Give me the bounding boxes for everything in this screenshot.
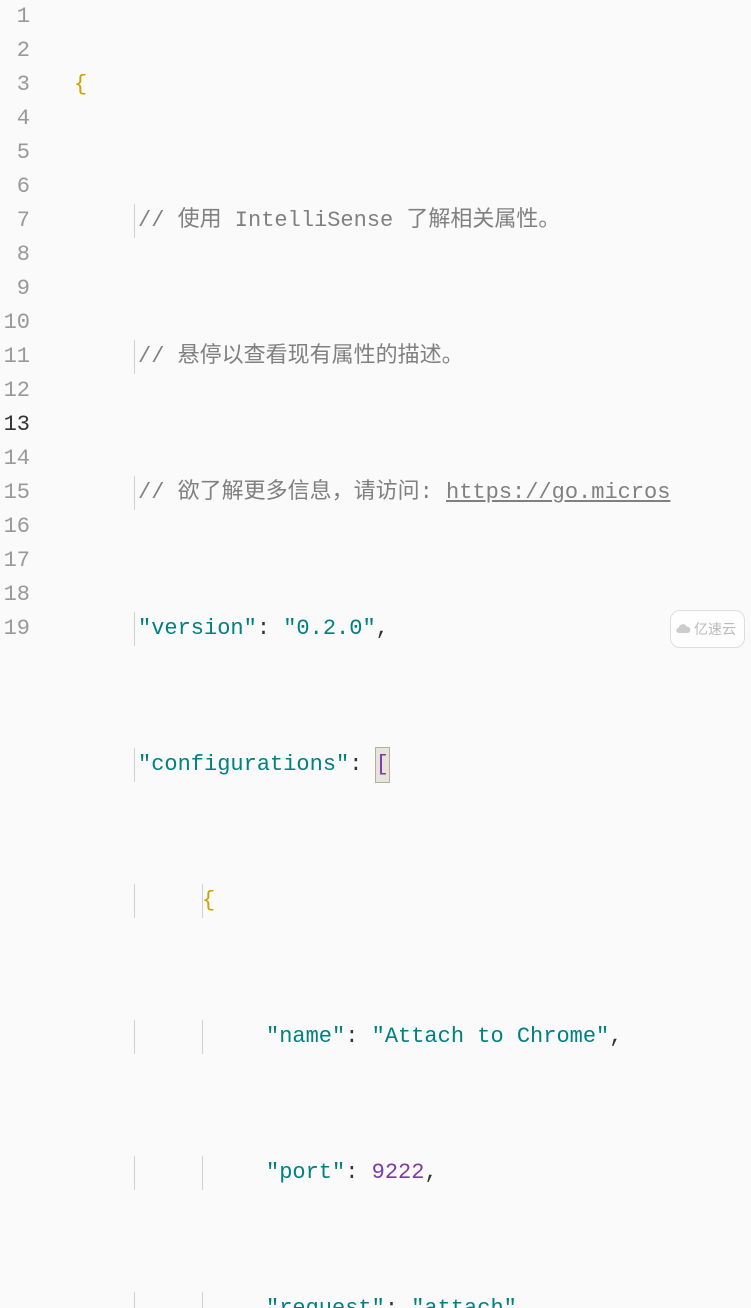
code-line[interactable]: // 使用 IntelliSense 了解相关属性。 xyxy=(42,204,751,238)
json-key: "port" xyxy=(266,1160,345,1185)
comment-token: // 欲了解更多信息，请访问: xyxy=(138,480,446,505)
line-number: 18 xyxy=(0,578,30,612)
code-line[interactable]: "configurations": [ xyxy=(42,748,751,782)
line-number: 16 xyxy=(0,510,30,544)
line-number: 1 xyxy=(0,0,30,34)
line-number: 9 xyxy=(0,272,30,306)
code-editor[interactable]: 1 2 3 4 5 6 7 8 9 10 11 12 13 14 15 16 1… xyxy=(0,0,751,654)
brace-token: { xyxy=(202,888,215,913)
code-line[interactable]: { xyxy=(42,884,751,918)
line-number-gutter: 1 2 3 4 5 6 7 8 9 10 11 12 13 14 15 16 1… xyxy=(0,0,42,654)
code-line[interactable]: "port": 9222, xyxy=(42,1156,751,1190)
watermark-badge: 亿速云 xyxy=(670,610,745,648)
json-key: "request" xyxy=(266,1296,385,1308)
doc-link[interactable]: https://go.micros xyxy=(446,480,670,505)
json-key: "configurations" xyxy=(138,752,349,777)
line-number: 10 xyxy=(0,306,30,340)
line-number: 5 xyxy=(0,136,30,170)
json-string: "attach" xyxy=(411,1296,517,1308)
code-area[interactable]: { // 使用 IntelliSense 了解相关属性。 // 悬停以查看现有属… xyxy=(42,0,751,654)
line-number: 17 xyxy=(0,544,30,578)
json-string: "0.2.0" xyxy=(283,616,375,641)
json-string: "Attach to Chrome" xyxy=(372,1024,610,1049)
line-number-active: 13 xyxy=(0,408,30,442)
line-number: 2 xyxy=(0,34,30,68)
json-key: "name" xyxy=(266,1024,345,1049)
comment-token: // 使用 IntelliSense 了解相关属性。 xyxy=(138,208,560,233)
line-number: 7 xyxy=(0,204,30,238)
comment-token: // 悬停以查看现有属性的描述。 xyxy=(138,344,464,369)
code-line[interactable]: // 悬停以查看现有属性的描述。 xyxy=(42,340,751,374)
watermark-text: 亿速云 xyxy=(694,612,736,646)
code-line[interactable]: "version": "0.2.0", xyxy=(42,612,751,646)
json-key: "version" xyxy=(138,616,257,641)
line-number: 12 xyxy=(0,374,30,408)
cloud-icon xyxy=(675,621,691,637)
line-number: 3 xyxy=(0,68,30,102)
line-number: 19 xyxy=(0,612,30,646)
json-number: 9222 xyxy=(372,1160,425,1185)
code-line[interactable]: "request": "attach", xyxy=(42,1292,751,1308)
bracket-match: [ xyxy=(376,748,389,782)
line-number: 14 xyxy=(0,442,30,476)
code-line[interactable]: { xyxy=(42,68,751,102)
brace-token: { xyxy=(74,72,87,97)
code-line[interactable]: // 欲了解更多信息，请访问: https://go.micros xyxy=(42,476,751,510)
line-number: 4 xyxy=(0,102,30,136)
line-number: 15 xyxy=(0,476,30,510)
line-number: 11 xyxy=(0,340,30,374)
code-line[interactable]: "name": "Attach to Chrome", xyxy=(42,1020,751,1054)
line-number: 6 xyxy=(0,170,30,204)
line-number: 8 xyxy=(0,238,30,272)
